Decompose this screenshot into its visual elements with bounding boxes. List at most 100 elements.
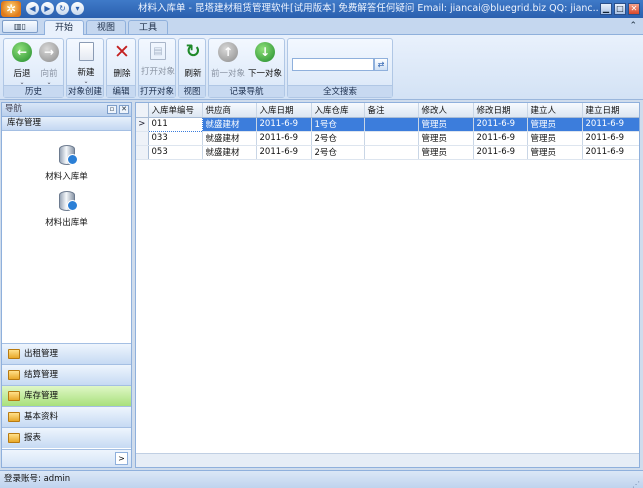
table-cell[interactable]: 管理员 <box>418 117 474 132</box>
column-header[interactable]: 建立人 <box>527 103 583 118</box>
qat-forward-icon[interactable]: ▶ <box>41 2 54 15</box>
table-cell[interactable] <box>364 117 419 132</box>
navigation-pane: 导航 ▫ ✕ 库存管理 材料入库单 材料出库单 出租管理 结算管理 库存管理 基… <box>1 102 132 468</box>
table-cell[interactable]: 033 <box>148 131 203 146</box>
header-indicator-cell <box>136 103 149 118</box>
table-cell[interactable]: 1号仓 <box>311 117 365 132</box>
column-header[interactable]: 入库单编号 <box>148 103 203 118</box>
column-header[interactable]: 备注 <box>364 103 419 118</box>
table-cell[interactable]: 就盛建材 <box>202 117 257 132</box>
table-cell[interactable]: 2011-6-9 <box>582 145 639 160</box>
nav-header: 导航 ▫ ✕ <box>2 103 131 117</box>
column-header[interactable]: 建立日期 <box>582 103 639 118</box>
horizontal-scrollbar[interactable] <box>136 453 639 467</box>
nav-bar-settlement[interactable]: 结算管理 <box>2 364 131 385</box>
fulltext-search-input[interactable] <box>292 58 374 71</box>
group-view: ↻ 刷新 视图 <box>178 38 206 98</box>
nav-pin-icon[interactable]: ▫ <box>107 105 117 114</box>
tab-tools[interactable]: 工具 <box>128 20 168 35</box>
table-cell[interactable]: 管理员 <box>418 131 474 146</box>
nav-section-title: 库存管理 <box>2 117 131 131</box>
table-cell[interactable]: 2号仓 <box>311 131 365 146</box>
qat-dropdown-icon[interactable]: ▾ <box>71 2 84 15</box>
table-cell[interactable]: 管理员 <box>527 131 583 146</box>
group-create: 新建 ⌄ 对象创建 <box>66 38 104 98</box>
delete-button[interactable]: ✕ 删除 <box>105 41 139 85</box>
table-cell[interactable]: 就盛建材 <box>202 131 257 146</box>
refresh-icon: ↻ <box>185 41 201 62</box>
tab-home[interactable]: 开始 <box>44 20 84 35</box>
table-cell[interactable] <box>364 145 419 160</box>
prev-arrow-icon: ↑ <box>218 42 238 62</box>
group-open: ▤ 打开对象 打开对象 <box>138 38 176 98</box>
group-label-view: 视图 <box>179 85 205 97</box>
table-cell[interactable]: 管理员 <box>527 145 583 160</box>
refresh-button[interactable]: ↻ 刷新 <box>176 41 210 85</box>
tab-view[interactable]: 视图 <box>86 20 126 35</box>
forward-button[interactable]: → 向前 ⌄ <box>32 41 66 86</box>
close-button[interactable]: ✕ <box>628 3 640 15</box>
resize-grip-icon[interactable]: ⋰ <box>632 476 640 488</box>
group-edit: ✕ 删除 编辑 <box>106 38 136 98</box>
nav-bar-inventory[interactable]: 库存管理 <box>2 385 131 406</box>
minimize-button[interactable]: ▁ <box>600 3 612 15</box>
nav-item-stock-in[interactable]: 材料入库单 <box>2 145 131 182</box>
nav-bar-basic-data[interactable]: 基本资料 <box>2 406 131 427</box>
table-cell[interactable]: 2号仓 <box>311 145 365 160</box>
group-label-history: 历史 <box>4 85 63 97</box>
prev-object-button[interactable]: ↑ 前一对象 <box>211 41 245 85</box>
nav-bar-rental[interactable]: 出租管理 <box>2 343 131 364</box>
table-cell[interactable]: 053 <box>148 145 203 160</box>
stock-in-table: 入库单编号 供应商 入库日期 入库仓库 备注 修改人 修改日期 建立人 建立日期… <box>136 103 639 160</box>
column-header[interactable]: 修改日期 <box>473 103 528 118</box>
app-menu-button[interactable]: ▥▯ <box>2 20 38 33</box>
ribbon-collapse-icon[interactable]: ⌃ <box>629 21 637 31</box>
table-cell[interactable]: 2011-6-9 <box>473 131 528 146</box>
group-fulltext-search: ⇄ 全文搜索 <box>287 38 393 98</box>
group-label-fulltext: 全文搜索 <box>288 85 392 97</box>
nav-expand-chevron-icon[interactable]: > <box>115 452 128 465</box>
qat-refresh-icon[interactable]: ↻ <box>56 2 69 15</box>
next-arrow-icon: ↓ <box>255 42 275 62</box>
back-arrow-icon: ← <box>12 42 32 62</box>
ribbon: ← 后退 ⌄ → 向前 ⌄ 历史 新建 ⌄ 对象创建 ✕ 删除 编辑 ▤ 打开对… <box>0 35 643 100</box>
table-row[interactable]: 033 就盛建材 2011-6-9 2号仓 管理员 2011-6-9 管理员 2… <box>136 131 639 146</box>
quick-access-toolbar: ◀ ▶ ↻ ▾ <box>26 2 84 15</box>
table-cell[interactable]: 就盛建材 <box>202 145 257 160</box>
table-cell[interactable]: 011 <box>147 116 203 132</box>
new-button[interactable]: 新建 ⌄ <box>69 41 103 85</box>
app-orb-icon[interactable]: ✲ <box>1 1 21 17</box>
column-header[interactable]: 修改人 <box>418 103 474 118</box>
column-header[interactable]: 供应商 <box>202 103 257 118</box>
table-cell[interactable]: 管理员 <box>527 117 583 132</box>
table-cell[interactable]: 2011-6-9 <box>582 131 639 146</box>
table-row[interactable]: 053 就盛建材 2011-6-9 2号仓 管理员 2011-6-9 管理员 2… <box>136 145 639 160</box>
new-dropdown-icon: ⌄ <box>83 78 89 85</box>
folder-icon <box>8 370 20 380</box>
nav-item-stock-out[interactable]: 材料出库单 <box>2 191 131 228</box>
column-header[interactable]: 入库日期 <box>256 103 312 118</box>
nav-close-icon[interactable]: ✕ <box>119 105 129 114</box>
folder-icon <box>8 349 20 359</box>
forward-arrow-icon: → <box>39 42 59 62</box>
folder-icon <box>8 433 20 443</box>
delete-x-icon: ✕ <box>114 41 130 63</box>
table-cell[interactable] <box>364 131 419 146</box>
table-cell[interactable]: 2011-6-9 <box>256 145 312 160</box>
qat-back-icon[interactable]: ◀ <box>26 2 39 15</box>
table-cell[interactable]: 管理员 <box>418 145 474 160</box>
table-cell[interactable]: 2011-6-9 <box>582 117 639 132</box>
table-cell[interactable]: 2011-6-9 <box>473 117 528 132</box>
group-label-open: 打开对象 <box>139 85 175 97</box>
nav-bar-reports[interactable]: 报表 <box>2 427 131 448</box>
open-object-button[interactable]: ▤ 打开对象 <box>141 41 175 85</box>
next-object-button[interactable]: ↓ 下一对象 <box>248 41 282 85</box>
table-cell[interactable]: 2011-6-9 <box>256 117 312 132</box>
column-header[interactable]: 入库仓库 <box>311 103 365 118</box>
table-cell[interactable]: 2011-6-9 <box>256 131 312 146</box>
table-cell[interactable]: 2011-6-9 <box>473 145 528 160</box>
search-go-icon[interactable]: ⇄ <box>374 58 388 71</box>
table-row[interactable]: > 011 就盛建材 2011-6-9 1号仓 管理员 2011-6-9 管理员… <box>136 116 639 132</box>
row-indicator <box>136 145 149 160</box>
maximize-button[interactable]: □ <box>614 3 626 15</box>
